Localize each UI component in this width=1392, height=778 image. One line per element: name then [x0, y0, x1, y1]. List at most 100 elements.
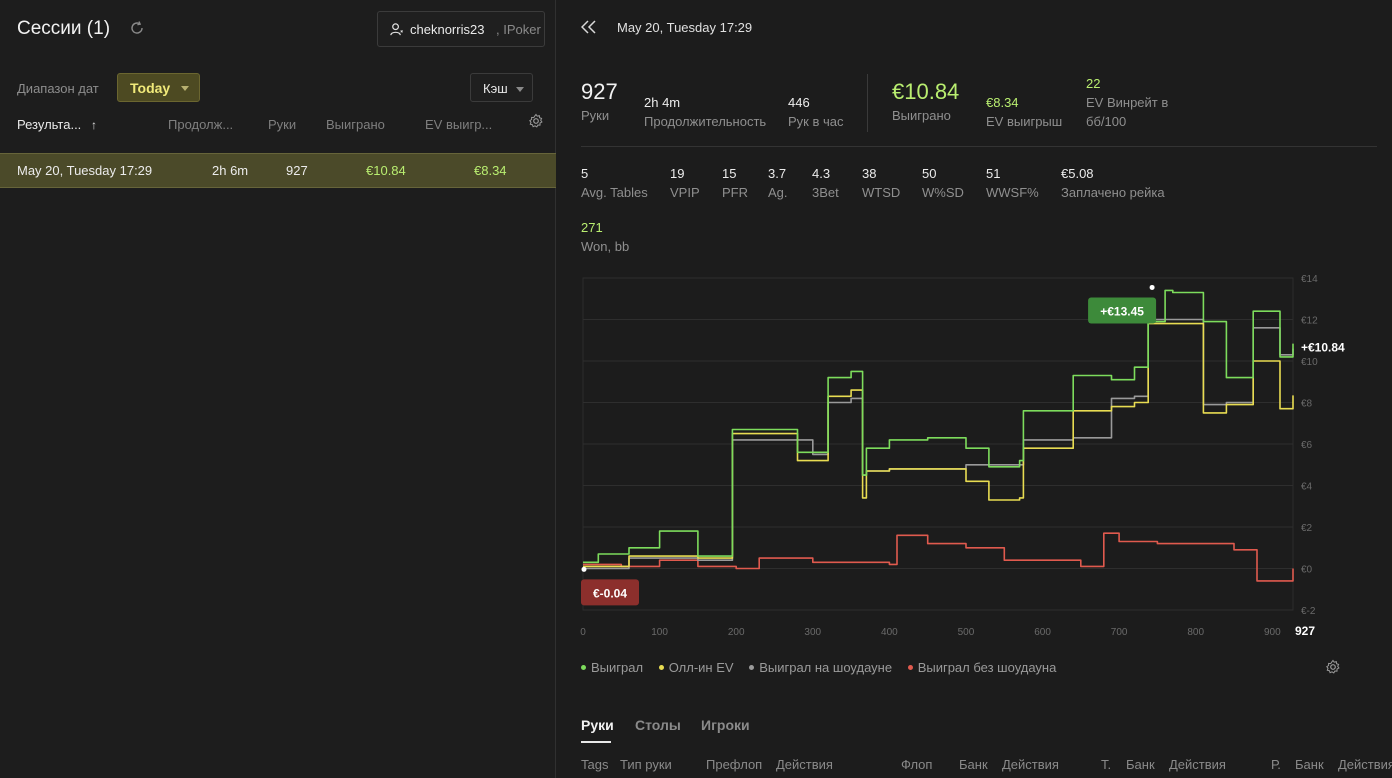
y-tick-label: €2 — [1301, 523, 1313, 534]
hands-column-preflop-actions[interactable]: Действия — [776, 757, 833, 772]
sort-ascending-icon[interactable]: ↑ — [91, 118, 97, 132]
hands-column-flop-pot[interactable]: Банк — [959, 757, 988, 772]
tab-tables[interactable]: Столы — [635, 717, 681, 733]
legend-item-won[interactable]: Выиграл — [581, 660, 643, 675]
game-type-value: Кэш — [483, 81, 508, 96]
stat-label: 3Bet — [812, 185, 839, 200]
column-hands[interactable]: Руки — [268, 117, 296, 132]
account-name: cheknorris23 — [410, 22, 485, 37]
hands-column-turn[interactable]: Т. — [1101, 757, 1111, 772]
stat-label: WTSD — [862, 185, 901, 200]
ev-won-value: €8.34 — [986, 95, 1019, 110]
double-chevron-left-icon[interactable] — [581, 20, 597, 34]
session-row[interactable]: May 20, Tuesday 17:29 2h 6m 927 €10.84 €… — [0, 153, 556, 188]
legend-dot — [658, 665, 664, 671]
hands-column-tags[interactable]: Tags — [581, 757, 608, 772]
session-ev-won: €8.34 — [474, 163, 507, 178]
legend-label: Выиграл без шоудауна — [917, 660, 1057, 675]
min-point — [581, 566, 587, 572]
y-tick-label: €0 — [1301, 565, 1313, 576]
stat-value: 51 — [986, 166, 1001, 181]
ev-winrate-value: 22 — [1086, 76, 1101, 91]
x-tick-label: 800 — [1187, 627, 1204, 638]
gear-icon[interactable] — [528, 113, 544, 129]
column-duration[interactable]: Продолж... — [168, 117, 233, 132]
won-bb-value: 271 — [581, 220, 603, 235]
stat-label: Avg. Tables — [581, 185, 648, 200]
duration-value: 2h 4m — [644, 95, 681, 110]
chevron-down-icon — [516, 87, 524, 92]
session-won: €10.84 — [366, 163, 406, 178]
stat-value: 19 — [670, 166, 685, 181]
session-title: May 20, Tuesday 17:29 — [617, 20, 753, 35]
legend-label: Выиграл — [591, 660, 644, 675]
tab-players[interactable]: Игроки — [701, 717, 750, 733]
x-tick-label: 200 — [728, 627, 745, 638]
legend-item-showdown[interactable]: Выиграл на шоудауне — [749, 660, 892, 675]
user-icon — [390, 23, 403, 36]
hands-column-river-actions[interactable]: Действия — [1338, 757, 1392, 772]
hands-column-river[interactable]: Р. — [1271, 757, 1281, 772]
duration-label: Продолжительность — [644, 114, 767, 129]
hands-column-flop-actions[interactable]: Действия — [1002, 757, 1059, 772]
column-result[interactable]: Результа... — [17, 117, 81, 132]
x-tick-label: 0 — [580, 627, 586, 638]
legend-dot — [581, 665, 586, 671]
hands-value: 927 — [581, 79, 618, 104]
legend-dot — [749, 665, 755, 671]
x-tick-label: 100 — [651, 627, 668, 638]
stat-label: W%SD — [922, 185, 964, 200]
sessions-title: Сессии (1) — [17, 18, 111, 39]
stat-value: 4.3 — [812, 166, 831, 181]
hands-column-turn-actions[interactable]: Действия — [1169, 757, 1226, 772]
y-tick-label: €4 — [1301, 482, 1313, 493]
y-tick-label: €-2 — [1301, 606, 1316, 617]
account-selector[interactable]: cheknorris23 , IPoker — [377, 11, 545, 47]
y-tick-label: €10 — [1301, 357, 1318, 368]
won-bb-label: Won, bb — [581, 239, 630, 254]
series-line — [583, 322, 1294, 568]
max-label: +€13.45 — [1100, 304, 1144, 318]
hands-column-river-pot[interactable]: Банк — [1295, 757, 1324, 772]
max-point — [1149, 284, 1155, 290]
legend-label: Выиграл на шоудауне — [759, 660, 893, 675]
ev-won-label: EV выигрыш — [986, 114, 1063, 129]
hands-per-hour-value: 446 — [788, 95, 810, 110]
chart-legend: Выиграл Олл-ин EV Выиграл на шоудауне Вы… — [581, 660, 1068, 675]
y-tick-label: €8 — [1301, 399, 1313, 410]
session-duration: 2h 6m — [212, 163, 249, 178]
stat-label: PFR — [722, 185, 748, 200]
stat-value: 15 — [722, 166, 737, 181]
column-won[interactable]: Выиграно — [326, 117, 385, 132]
hands-column-type[interactable]: Тип руки — [620, 757, 672, 772]
x-tick-label: 500 — [958, 627, 975, 638]
column-ev-won[interactable]: EV выигр... — [425, 117, 492, 132]
final-value-label: +€10.84 — [1301, 341, 1345, 355]
hands-column-turn-pot[interactable]: Банк — [1126, 757, 1155, 772]
series-line — [583, 289, 1294, 564]
gear-icon[interactable] — [1325, 659, 1341, 675]
chevron-down-icon — [181, 86, 189, 91]
hands-column-preflop[interactable]: Префлоп — [706, 757, 762, 772]
stat-value: €5.08 — [1061, 166, 1094, 181]
stat-value: 3.7 — [768, 166, 787, 181]
divider — [867, 74, 868, 132]
hands-column-flop[interactable]: Флоп — [901, 757, 932, 772]
x-tick-label: 400 — [881, 627, 898, 638]
legend-item-allin-ev[interactable]: Олл-ин EV — [658, 660, 734, 675]
x-tick-label: 700 — [1111, 627, 1128, 638]
tab-hands[interactable]: Руки — [581, 717, 614, 733]
ev-winrate-label: EV Винрейт в — [1086, 95, 1169, 110]
session-hands: 927 — [286, 163, 308, 178]
stat-label: Заплачено рейка — [1061, 185, 1165, 200]
active-tab-indicator — [581, 741, 611, 743]
account-room: , IPoker — [496, 22, 541, 37]
game-type-dropdown[interactable]: Кэш — [470, 73, 533, 102]
min-label: €-0.04 — [593, 586, 627, 600]
profit-chart[interactable]: €14 €12 €10 €8 €6 €4 €2 €0 €-2 0 100 200 300 400 500 60… — [557, 270, 1392, 650]
x-tick-label: 300 — [804, 627, 821, 638]
x-end-label: 927 — [1295, 624, 1315, 638]
refresh-icon[interactable] — [129, 20, 145, 36]
date-range-dropdown[interactable]: Today — [117, 73, 200, 102]
legend-item-non-showdown[interactable]: Выиграл без шоудауна — [907, 660, 1057, 675]
